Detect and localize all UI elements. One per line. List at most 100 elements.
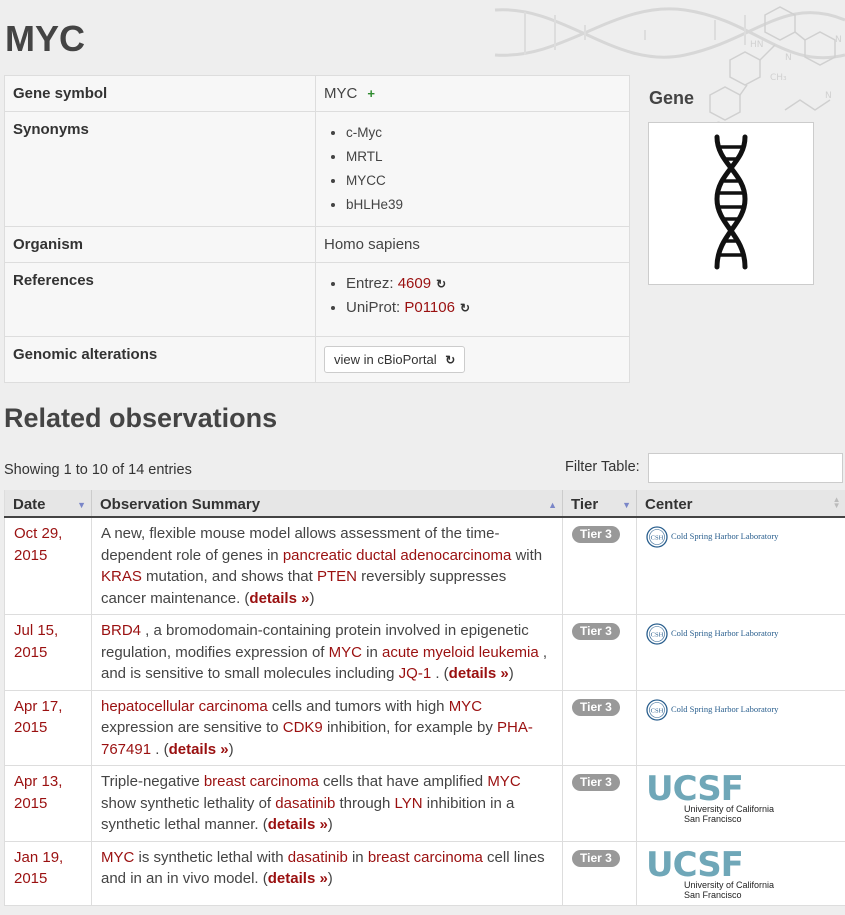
details-link[interactable]: details » — [449, 665, 509, 682]
table-row: Oct 29, 2015 A new, flexible mouse model a… — [4, 516, 845, 615]
sort-desc-icon: ▼ — [77, 500, 86, 510]
term-link[interactable]: dasatinib — [275, 795, 335, 812]
table-row: Apr 13, 2015 Triple-negative breast carcin… — [4, 765, 845, 842]
view-cbioportal-button[interactable]: view in cBioPortal ↻ — [324, 346, 466, 373]
details-link[interactable]: details » — [169, 741, 229, 758]
date-year: 2015 — [14, 870, 48, 887]
term-link[interactable]: breast carcinoma — [368, 849, 483, 866]
ucsf-logo[interactable]: UCSF University of California San Francisc… — [646, 848, 836, 900]
svg-text:HN: HN — [750, 40, 764, 50]
gene-info-table: Gene symbol MYC + Synonyms c-Myc MRTL MYC… — [4, 75, 630, 383]
references-cell: Entrez: 4609↻ UniProt: P01106↻ — [315, 262, 630, 337]
genomic-alterations-label: Genomic alterations — [4, 336, 316, 383]
term-link[interactable]: breast carcinoma — [204, 773, 319, 790]
csh-logo[interactable]: CSH Cold Spring Harbor Laboratory — [646, 623, 836, 645]
synonym-item: MRTL — [346, 145, 621, 169]
summary-text: show synthetic lethality of — [101, 794, 276, 812]
tier-badge[interactable]: Tier 3 — [572, 698, 620, 716]
center-cell: UCSF University of California San Francisc… — [636, 840, 845, 906]
tier-cell: Tier 3 — [562, 614, 637, 691]
add-gene-icon[interactable]: + — [367, 86, 375, 101]
genomic-alterations-cell: view in cBioPortal ↻ — [315, 336, 630, 383]
term-link[interactable]: acute myeloid leukemia — [382, 644, 539, 661]
term-link[interactable]: MYC — [449, 698, 482, 715]
svg-text:CSH: CSH — [651, 632, 664, 639]
tier-badge[interactable]: Tier 3 — [572, 526, 620, 543]
summary-text: in — [361, 643, 382, 661]
details-link[interactable]: details » — [268, 870, 328, 887]
entrez-link[interactable]: 4609 — [398, 275, 431, 292]
external-link-icon[interactable]: ↻ — [460, 296, 470, 320]
summary-text: ) — [508, 665, 514, 682]
sort-both-icon: ▲ ▼ — [832, 495, 841, 510]
date-year: 2015 — [14, 643, 48, 661]
reference-entrez: Entrez: 4609↻ — [346, 272, 621, 296]
summary-text: Triple-negative — [101, 773, 204, 790]
observations-table: Date ▼ Observation Summary ▲ Tier ▼ Center ▲… — [4, 490, 845, 906]
organism-value: Homo sapiens — [315, 226, 630, 263]
summary-text: in — [347, 848, 368, 866]
entries-count: Showing 1 to 10 of 14 entries — [4, 462, 192, 478]
term-link[interactable]: KRAS — [101, 568, 142, 585]
center-cell: UCSF University of California San Francisc… — [636, 765, 845, 842]
term-link[interactable]: dasatinib — [288, 849, 348, 866]
gene-image — [648, 122, 814, 285]
column-header-summary[interactable]: Observation Summary ▲ — [91, 490, 563, 518]
csh-seal-icon: CSH — [646, 623, 668, 645]
observation-date: Oct 29, 2015 — [4, 516, 92, 615]
svg-text:CSH: CSH — [651, 707, 664, 714]
svg-text:N: N — [785, 53, 792, 63]
details-link-label: details » — [448, 665, 509, 682]
synonyms-cell: c-Myc MRTL MYCC bHLHe39 — [315, 111, 630, 227]
summary-text: through — [335, 794, 395, 812]
term-link[interactable]: CDK9 — [283, 719, 323, 736]
column-header-tier[interactable]: Tier ▼ — [562, 490, 637, 518]
term-link[interactable]: BRD4 — [101, 622, 141, 639]
sort-asc-icon: ▲ — [548, 500, 557, 510]
term-link[interactable]: LYN — [395, 795, 423, 812]
csh-logo[interactable]: CSH Cold Spring Harbor Laboratory — [646, 526, 836, 548]
date-month-day: Oct 29, — [14, 525, 63, 542]
term-link[interactable]: MYC — [487, 773, 520, 790]
tier-badge[interactable]: Tier 3 — [572, 849, 620, 867]
uniprot-link[interactable]: P01106 — [404, 299, 455, 316]
csh-logo[interactable]: CSH Cold Spring Harbor Laboratory — [646, 698, 836, 721]
center-cell: CSH Cold Spring Harbor Laboratory — [636, 689, 845, 766]
tier-badge[interactable]: Tier 3 — [572, 774, 620, 791]
synonyms-label: Synonyms — [4, 111, 316, 227]
date-month-day: Jul 15, — [14, 622, 59, 639]
column-header-center[interactable]: Center ▲ ▼ — [636, 490, 845, 518]
organism-label: Organism — [4, 226, 316, 263]
sort-desc-icon: ▼ — [622, 500, 631, 510]
details-link[interactable]: details » — [249, 590, 309, 607]
observation-summary: hepatocellular carcinoma cells and tumor… — [91, 689, 563, 766]
external-link-icon[interactable]: ↻ — [436, 272, 446, 296]
gene-panel-heading: Gene — [649, 88, 695, 108]
table-row: Jul 15, 2015 BRD4 , a bromodomain-containi… — [4, 614, 845, 691]
details-link[interactable]: details » — [268, 816, 328, 833]
ucsf-logo[interactable]: UCSF University of California San Francisc… — [646, 769, 836, 824]
ucsf-wordmark: UCSF — [646, 769, 744, 809]
term-link[interactable]: JQ-1 — [399, 665, 432, 682]
term-link[interactable]: pancreatic ductal adenocarcinoma — [283, 547, 511, 564]
synonyms-list: c-Myc MRTL MYCC bHLHe39 — [324, 121, 621, 217]
date-year: 2015 — [14, 719, 48, 736]
column-header-date[interactable]: Date ▼ — [4, 490, 92, 518]
tier-cell: Tier 3 — [562, 516, 637, 615]
term-link[interactable]: MYC — [101, 849, 134, 866]
tier-badge[interactable]: Tier 3 — [572, 623, 620, 640]
summary-text: expression are sensitive to — [101, 719, 283, 736]
summary-text: ) — [327, 816, 333, 833]
synonym-item: c-Myc — [346, 121, 621, 145]
reference-uniprot: UniProt: P01106↻ — [346, 296, 621, 320]
summary-text: ) — [309, 589, 315, 607]
term-link[interactable]: PTEN — [317, 568, 357, 585]
gene-symbol-value: MYC — [324, 85, 358, 102]
summary-text: mutation, and shows that — [141, 568, 317, 585]
filter-table-label: Filter Table: — [565, 459, 640, 475]
term-link[interactable]: MYC — [329, 644, 362, 661]
observation-date: Jul 15, 2015 — [4, 614, 92, 691]
tier-cell: Tier 3 — [562, 689, 637, 766]
filter-table-input[interactable] — [648, 453, 843, 483]
term-link[interactable]: hepatocellular carcinoma — [101, 698, 268, 715]
